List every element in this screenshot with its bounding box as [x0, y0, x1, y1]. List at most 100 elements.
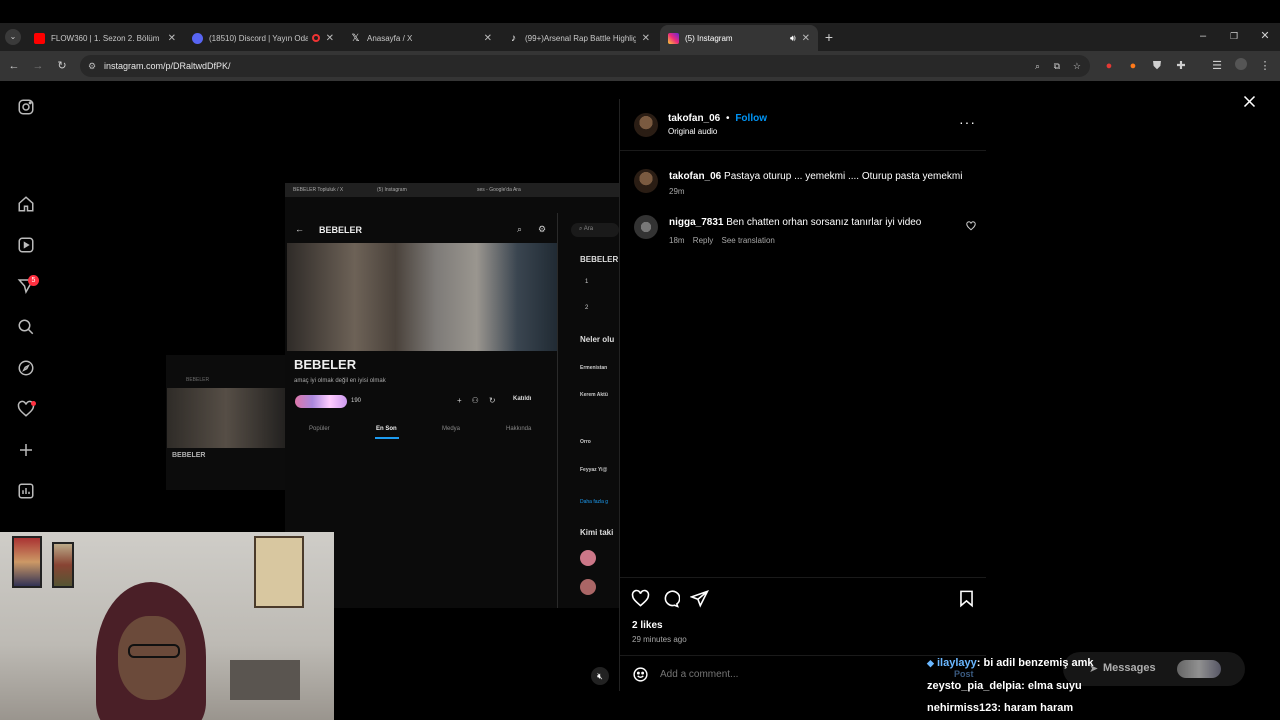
forward-icon[interactable]: →: [30, 58, 46, 74]
audio-label[interactable]: Original audio: [668, 127, 717, 136]
window-close-icon[interactable]: ✕: [1257, 28, 1273, 44]
tab-title: (99+)Arsenal Rap Battle Highlig: [525, 33, 636, 43]
tab-flow360[interactable]: FLOW360 | 1. Sezon 2. Bölüm - ✕: [26, 25, 184, 51]
close-tab-icon[interactable]: ✕: [802, 33, 810, 44]
x-logo-icon: 𝕏: [351, 32, 360, 44]
messages-label: Messages: [1103, 662, 1156, 674]
more-options-icon[interactable]: ···: [959, 114, 976, 130]
home-icon[interactable]: [17, 195, 35, 213]
save-bookmark-icon[interactable]: [957, 589, 976, 608]
share-icon[interactable]: [690, 589, 709, 608]
video-mute-icon[interactable]: 🔇︎: [591, 667, 609, 685]
close-modal-icon[interactable]: [1242, 94, 1257, 109]
close-tab-icon[interactable]: ✕: [642, 33, 650, 44]
extension-red-icon[interactable]: ●: [1101, 58, 1117, 74]
minimize-icon[interactable]: –: [1195, 28, 1211, 44]
close-tab-icon[interactable]: ✕: [168, 33, 176, 44]
reels-icon[interactable]: [17, 236, 35, 254]
tab-search-chevron-icon[interactable]: ⌄: [5, 29, 21, 45]
author-username[interactable]: takofan_06: [668, 113, 720, 124]
profile-avatar-icon[interactable]: [1233, 58, 1249, 75]
comment-box-divider: [620, 655, 986, 656]
chat-message: ◆ ilaylayy: bi adil benzemiş amk: [927, 657, 1094, 669]
comment-avatar[interactable]: [634, 169, 658, 193]
zoom-icon[interactable]: ⌕: [1035, 61, 1040, 72]
post-comment-button[interactable]: Post: [954, 669, 974, 679]
shot-neler-title: Neler olu: [580, 335, 615, 344]
comment-avatar[interactable]: [634, 215, 658, 239]
speaker-icon[interactable]: 🔊︎: [790, 33, 796, 44]
restore-icon[interactable]: ❐: [1226, 28, 1242, 44]
actions-divider: [620, 577, 986, 578]
site-info-icon[interactable]: ⚙: [88, 61, 96, 72]
url-text: instagram.com/p/DRaltwdDfPK/: [104, 61, 231, 71]
post-media-screenshot: BEBELER Topluluk / X (5) Instagram ses -…: [285, 183, 619, 608]
menu-kebab-icon[interactable]: ⋮: [1257, 58, 1273, 74]
mini-image: [167, 388, 285, 448]
comment-bubble-icon[interactable]: [661, 589, 680, 608]
bookmark-star-icon[interactable]: ☆: [1073, 61, 1081, 72]
like-heart-icon[interactable]: [631, 589, 650, 608]
reload-icon[interactable]: ↻: [54, 58, 70, 74]
search-icon[interactable]: [17, 318, 35, 336]
wanted-poster: [254, 536, 304, 608]
extension-orange-icon[interactable]: ●: [1125, 58, 1141, 74]
tab-title: (18510) Discord | Yayın Oda: [209, 33, 308, 43]
follow-button[interactable]: Follow: [735, 113, 767, 124]
create-icon[interactable]: [17, 441, 35, 459]
shot-member-avatars: [295, 395, 347, 408]
comment-item: nigga_7831 Ben chatten orhan sorsanız ta…: [669, 216, 959, 229]
author-avatar[interactable]: [634, 113, 658, 137]
shot-tab: Popüler: [309, 426, 330, 432]
reply-button[interactable]: Reply: [693, 236, 713, 245]
close-tab-icon[interactable]: ✕: [326, 33, 334, 44]
back-icon[interactable]: ←: [6, 58, 22, 74]
shot-join-button: Katıldı: [513, 396, 532, 402]
shot-rank: 2: [585, 305, 589, 311]
comment-meta: 18m Reply See translation: [669, 236, 775, 245]
tab-tiktok[interactable]: ♪ (99+)Arsenal Rap Battle Highlig ✕: [500, 25, 658, 51]
shot-group-title: BEBELER: [294, 357, 357, 372]
shot-suggest-avatar: [580, 579, 596, 595]
explore-icon[interactable]: [17, 359, 35, 377]
tab-title: FLOW360 | 1. Sezon 2. Bölüm -: [51, 33, 162, 43]
shot-back-icon: ←: [295, 224, 304, 234]
likes-count[interactable]: 2 likes: [632, 620, 663, 631]
post-header: takofan_06 • Follow: [668, 113, 767, 124]
address-bar[interactable]: ⚙ instagram.com/p/DRaltwdDfPK/ ⌕ ⧉ ☆: [80, 55, 1090, 77]
comment-time: 29m: [669, 187, 685, 196]
install-icon[interactable]: ⧉: [1054, 61, 1060, 72]
person-glasses: [128, 644, 180, 658]
instagram-icon[interactable]: [17, 98, 35, 116]
comment-input[interactable]: [660, 666, 910, 683]
browser-toolbar: ← → ↻ ⚙ instagram.com/p/DRaltwdDfPK/ ⌕ ⧉…: [0, 51, 1280, 81]
tab-x[interactable]: 𝕏 Anasayfa / X ✕: [342, 25, 500, 51]
poster-left2: [52, 542, 74, 588]
comment-username[interactable]: takofan_06: [669, 171, 721, 182]
see-translation-link[interactable]: See translation: [721, 236, 774, 245]
extensions-puzzle-icon[interactable]: ✚: [1173, 58, 1189, 74]
emoji-icon[interactable]: [632, 666, 649, 683]
new-tab-icon[interactable]: +: [821, 29, 837, 45]
post-panel: takofan_06 • Follow Original audio ··· t…: [619, 99, 986, 691]
shelf: [230, 660, 300, 700]
close-tab-icon[interactable]: ✕: [484, 33, 492, 44]
chat-text: : bi adil benzemiş amk: [976, 657, 1094, 669]
discord-icon: [192, 32, 203, 44]
tab-instagram[interactable]: (5) Instagram 🔊︎ ✕: [660, 25, 818, 51]
extension-shield-icon[interactable]: ⛊: [1149, 58, 1165, 74]
tab-discord[interactable]: (18510) Discord | Yayın Oda ✕: [184, 25, 342, 51]
browser-titlebar: [0, 0, 1280, 23]
shot-search-box: ⌕ Ara: [571, 223, 619, 237]
separator-dot: •: [726, 113, 730, 124]
comment-username[interactable]: nigga_7831: [669, 217, 723, 228]
dashboard-icon[interactable]: [17, 482, 35, 500]
comment-like-heart-icon[interactable]: [966, 221, 976, 231]
tiktok-icon: ♪: [511, 32, 516, 44]
notification-dot: [31, 401, 36, 406]
reading-list-icon[interactable]: ☰: [1209, 58, 1225, 74]
poster-left: [12, 536, 42, 588]
notification-badge: 5: [28, 275, 39, 286]
post-timestamp: 29 minutes ago: [632, 635, 687, 644]
shot-search-icon: ⌕: [517, 224, 523, 234]
